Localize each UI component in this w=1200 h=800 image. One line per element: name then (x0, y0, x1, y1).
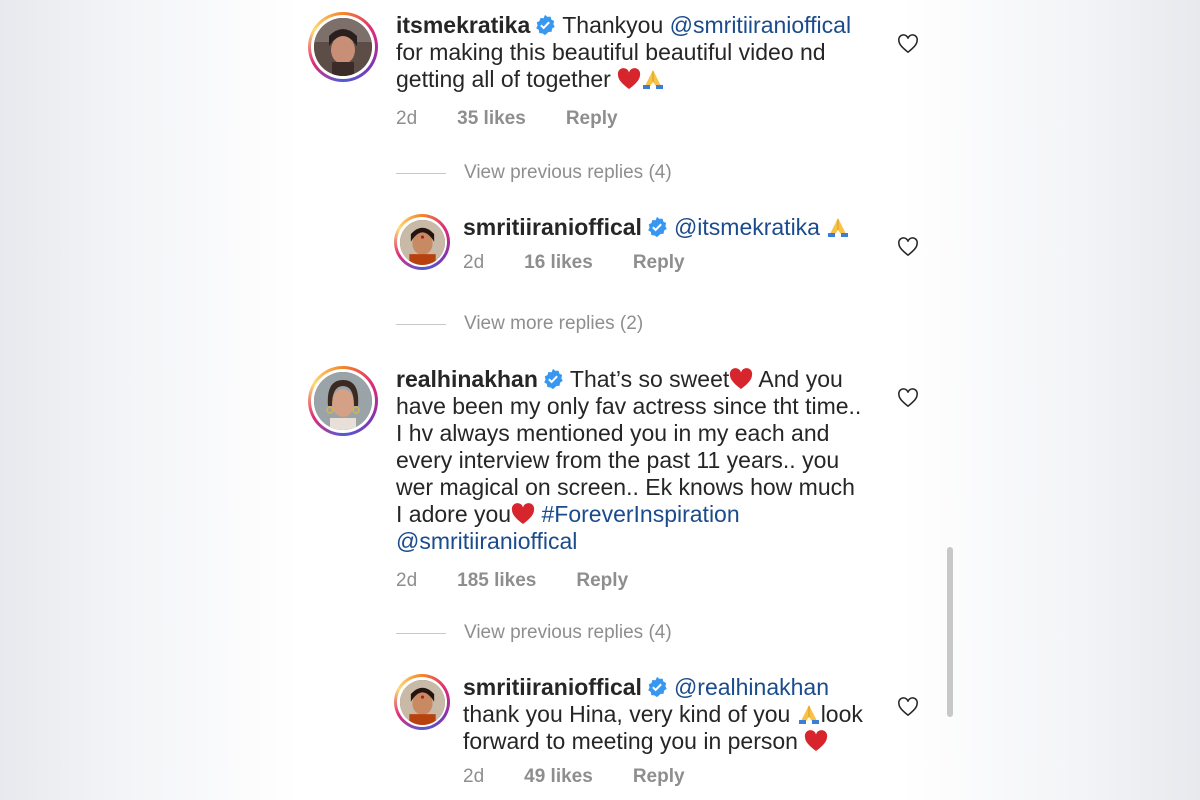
verified-badge-icon (536, 14, 555, 36)
comment-time: 2d (396, 108, 418, 129)
view-replies-button[interactable]: View previous replies (4) (396, 162, 672, 184)
likes-count[interactable]: 16 likes (524, 249, 593, 276)
divider-line (396, 172, 446, 174)
red-heart-emoji-icon (618, 68, 641, 89)
comment-username[interactable]: itsmekratika (396, 12, 530, 38)
reply-button[interactable]: Reply (633, 763, 685, 790)
red-heart-emoji-icon (805, 730, 828, 751)
avatar-photo-icon (314, 372, 372, 430)
mention-link[interactable]: @smritiiranioffical (396, 528, 577, 554)
avatar[interactable] (308, 12, 378, 82)
divider-line (396, 323, 446, 325)
comment-meta: 2d 185 likes Reply (396, 567, 866, 594)
verified-badge-icon (648, 216, 667, 238)
comment-text: thank you Hina, very kind of you (463, 701, 791, 727)
red-heart-emoji-icon (511, 503, 535, 524)
view-replies-label[interactable]: View more replies (2) (464, 313, 643, 335)
view-replies-button[interactable]: View previous replies (4) (396, 622, 672, 644)
comment-meta: 2d 49 likes Reply (463, 763, 883, 790)
like-heart-icon[interactable] (897, 34, 919, 54)
avatar[interactable] (394, 214, 450, 270)
comment-realhinakhan: realhinakhan That’s so sweet And you have… (308, 366, 866, 594)
mention-link[interactable]: @smritiiranioffical (670, 12, 851, 38)
verified-badge-icon (648, 676, 667, 698)
like-heart-icon[interactable] (897, 697, 919, 717)
avatar-photo-icon (399, 679, 445, 725)
reply-button[interactable]: Reply (566, 105, 618, 132)
comment-text: That’s so sweet (569, 366, 730, 392)
like-heart-icon[interactable] (897, 388, 919, 408)
likes-count[interactable]: 49 likes (524, 763, 593, 790)
verified-badge-icon (544, 368, 563, 390)
folded-hands-emoji-icon (828, 218, 849, 237)
comment-text: for making this beautiful beautiful vide… (396, 39, 826, 92)
comments-thread: itsmekratika Thankyou @smritiiranioffical… (0, 0, 1200, 800)
scrollbar-thumb[interactable] (947, 547, 953, 717)
comment-reply-smritiiranioffical: smritiiranioffical @itsmekratika 2d 16 li… (394, 214, 883, 276)
comment-meta: 2d 16 likes Reply (463, 249, 883, 276)
comment-time: 2d (463, 766, 485, 787)
comment-time: 2d (463, 252, 485, 273)
like-heart-icon[interactable] (897, 237, 919, 257)
comment-meta: 2d 35 likes Reply (396, 105, 876, 132)
reply-button[interactable]: Reply (576, 567, 628, 594)
mention-link[interactable]: @itsmekratika (674, 214, 820, 240)
red-heart-emoji-icon (730, 368, 753, 389)
avatar-photo-icon (314, 18, 372, 76)
comment-username[interactable]: smritiiranioffical (463, 674, 642, 700)
comment-reply-smritiiranioffical: smritiiranioffical @realhinakhan thank yo… (394, 674, 883, 790)
folded-hands-emoji-icon (798, 705, 819, 724)
comment-itsmekratika: itsmekratika Thankyou @smritiiranioffical… (308, 12, 876, 132)
view-replies-label[interactable]: View previous replies (4) (464, 162, 672, 184)
avatar[interactable] (308, 366, 378, 436)
reply-button[interactable]: Reply (633, 249, 685, 276)
view-more-replies-button[interactable]: View more replies (2) (396, 313, 643, 335)
comment-time: 2d (396, 570, 418, 591)
comment-text: Thankyou (562, 12, 664, 38)
mention-link[interactable]: @realhinakhan (674, 674, 829, 700)
avatar-photo-icon (399, 219, 445, 265)
comment-username[interactable]: smritiiranioffical (463, 214, 642, 240)
view-replies-label[interactable]: View previous replies (4) (464, 622, 672, 644)
divider-line (396, 632, 446, 634)
folded-hands-emoji-icon (643, 70, 664, 89)
comment-username[interactable]: realhinakhan (396, 366, 538, 392)
likes-count[interactable]: 35 likes (457, 105, 526, 132)
avatar[interactable] (394, 674, 450, 730)
hashtag-link[interactable]: #ForeverInspiration (541, 501, 739, 527)
likes-count[interactable]: 185 likes (457, 567, 536, 594)
